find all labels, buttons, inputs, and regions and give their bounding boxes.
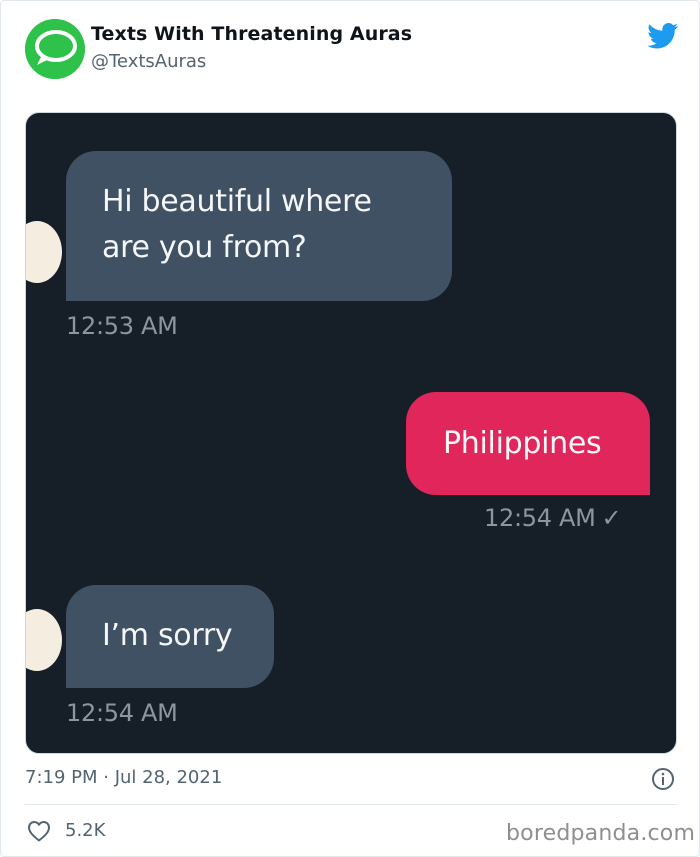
like-count[interactable]: 5.2K: [65, 820, 105, 841]
message-time: 12:54 AM: [66, 699, 178, 727]
author-handle[interactable]: @TextsAuras: [91, 51, 206, 72]
contact-avatar: [26, 609, 62, 671]
outgoing-message: Philippines: [406, 392, 650, 495]
incoming-message: Hi beautiful where are you from?: [66, 151, 452, 301]
info-icon[interactable]: [651, 767, 675, 791]
message-text: I’m sorry: [102, 618, 233, 653]
message-text: Philippines: [443, 426, 602, 461]
tweet-timestamp[interactable]: 7:19 PM · Jul 28, 2021: [25, 767, 222, 788]
message-time: 12:53 AM: [66, 312, 178, 340]
chat-bubble-icon[interactable]: [25, 19, 85, 79]
contact-avatar: [26, 221, 62, 283]
divider: [25, 804, 677, 805]
checkmark-icon: ✓: [601, 504, 622, 532]
chat-screenshot: Hi beautiful where are you from? 12:53 A…: [25, 112, 677, 754]
watermark: boredpanda.com: [506, 821, 696, 846]
heart-icon[interactable]: [27, 820, 51, 842]
message-text: are you from?: [102, 230, 307, 265]
message-time: 12:54 AM: [484, 504, 596, 532]
message-text: Hi beautiful where: [102, 184, 372, 219]
message-time-row: 12:54 AM ✓: [484, 504, 622, 532]
incoming-message: I’m sorry: [66, 585, 274, 688]
twitter-bird-icon[interactable]: [647, 23, 679, 49]
author-name[interactable]: Texts With Threatening Auras: [91, 23, 412, 45]
tweet-card: Texts With Threatening Auras @TextsAuras…: [0, 0, 700, 857]
